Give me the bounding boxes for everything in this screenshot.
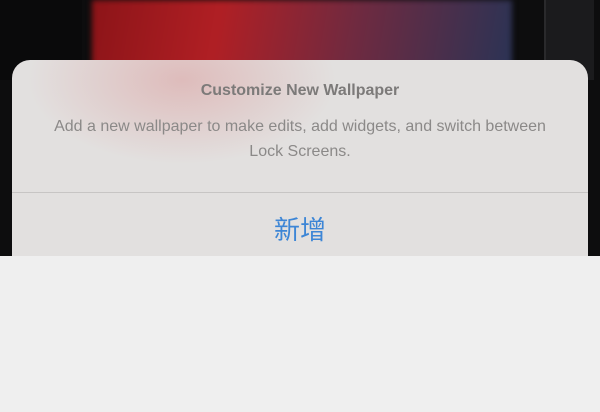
add-new-button[interactable]: 新增 [12, 193, 588, 263]
lower-gray-area [0, 256, 600, 412]
sheet-title: Customize New Wallpaper [200, 82, 400, 99]
sheet-message: Add a new wallpaper to make edits, add w… [54, 118, 546, 160]
